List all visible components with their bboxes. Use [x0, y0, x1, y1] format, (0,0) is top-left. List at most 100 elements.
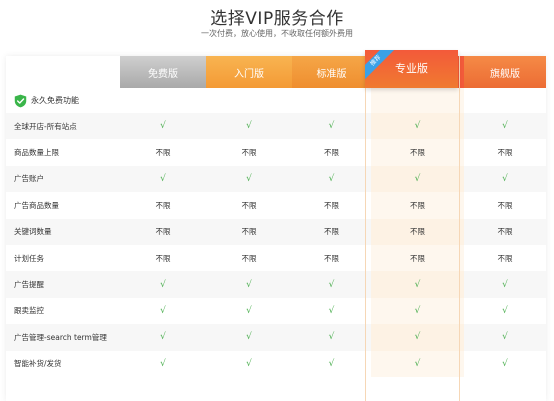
feature-rows: 全球开店-所有站点 √ √ √ √ √ 商品数量上限 不限 不限 不限 不限 不限 广告账户 √ √ √ √ √ 广… [6, 113, 546, 377]
feature-row: 关键词数量 不限 不限 不限 不限 不限 [6, 218, 546, 245]
check-mark: √ [414, 121, 421, 132]
check-mark-icon: √ [120, 324, 206, 351]
unlimited-text: 不限 [241, 253, 257, 263]
plan-header-row: 免费版 入门版 标准版 旗舰版 [6, 56, 546, 88]
unlimited-value: 不限 [464, 139, 546, 165]
check-mark: √ [328, 332, 335, 343]
feature-label: 广告提醒 [6, 271, 120, 298]
unlimited-text: 不限 [324, 227, 339, 237]
feature-row: 全球开店-所有站点 √ √ √ √ √ [6, 113, 546, 140]
unlimited-value: 不限 [206, 218, 292, 245]
unlimited-value: 不限 [292, 192, 371, 218]
page-title: 选择VIP服务合作 [210, 9, 344, 29]
unlimited-text: 不限 [241, 200, 257, 210]
check-mark: √ [502, 305, 508, 316]
check-mark-icon: √ [464, 271, 546, 298]
feature-label: 计划任务 [14, 253, 44, 263]
unlimited-text: 不限 [410, 227, 425, 237]
unlimited-value: 不限 [120, 192, 206, 218]
check-mark-icon: √ [120, 298, 206, 324]
section-empty-cell [120, 88, 206, 113]
unlimited-value: 不限 [292, 245, 371, 271]
feature-label: 关键词数量 [6, 218, 120, 245]
check-mark-icon: √ [371, 113, 464, 140]
check-mark: √ [328, 279, 335, 290]
feature-label: 智能补货/发货 [14, 359, 62, 369]
header-blank-cell [6, 56, 120, 88]
unlimited-value: 不限 [371, 244, 464, 272]
unlimited-text: 不限 [241, 227, 257, 237]
check-mark: √ [414, 332, 421, 343]
check-mark: √ [246, 305, 252, 316]
feature-row: 跟卖监控 √ √ √ √ √ [6, 297, 546, 325]
unlimited-text: 不限 [155, 148, 171, 158]
unlimited-value: 不限 [371, 218, 464, 245]
feature-row: 智能补货/发货 √ √ √ √ √ [6, 350, 546, 377]
section-title-cell: 永久免费功能 [6, 88, 120, 113]
unlimited-text: 不限 [410, 253, 425, 263]
unlimited-text: 不限 [497, 227, 513, 237]
check-mark-icon: √ [292, 298, 371, 324]
feature-row: 商品数量上限 不限 不限 不限 不限 不限 [6, 139, 546, 166]
check-mark-icon: √ [464, 324, 546, 351]
check-mark-icon: √ [120, 165, 206, 193]
unlimited-value: 不限 [120, 139, 206, 165]
section-empty-cell [206, 88, 292, 113]
check-mark-icon: √ [464, 298, 546, 324]
check-mark: √ [328, 173, 335, 184]
section-empty-cell [292, 88, 371, 113]
check-mark: √ [160, 173, 166, 184]
plan-header-free[interactable]: 免费版 [120, 56, 206, 88]
unlimited-text: 不限 [155, 253, 171, 263]
section-empty-cell [464, 88, 546, 113]
feature-label: 商品数量上限 [14, 148, 59, 158]
check-mark: √ [328, 358, 335, 369]
check-mark-icon: √ [292, 324, 371, 351]
unlimited-value: 不限 [206, 192, 292, 218]
unlimited-text: 不限 [155, 227, 171, 237]
unlimited-value: 不限 [464, 245, 546, 271]
feature-label: 全球开店-所有站点 [6, 113, 120, 140]
check-mark-icon: √ [292, 351, 371, 377]
recommended-badge: 推荐 [365, 50, 395, 80]
check-mark: √ [160, 121, 166, 132]
unlimited-value: 不限 [120, 245, 206, 271]
unlimited-text: 不限 [410, 148, 425, 158]
check-mark-icon: √ [464, 113, 546, 140]
unlimited-text: 不限 [324, 253, 339, 263]
section-empty-cell [371, 88, 464, 113]
check-mark-icon: √ [371, 271, 464, 298]
plan-header-starter[interactable]: 入门版 [206, 56, 292, 88]
unlimited-text: 不限 [324, 148, 339, 158]
check-mark: √ [160, 332, 166, 343]
check-mark-icon: √ [292, 113, 371, 140]
check-mark-icon: √ [120, 113, 206, 140]
unlimited-text: 不限 [410, 200, 425, 210]
unlimited-value: 不限 [464, 218, 546, 245]
check-mark-icon: √ [292, 165, 371, 193]
unlimited-text: 不限 [497, 148, 513, 158]
check-mark-icon: √ [371, 350, 464, 377]
check-mark: √ [414, 305, 421, 316]
section-title: 永久免费功能 [31, 96, 79, 105]
unlimited-text: 不限 [324, 200, 339, 210]
check-mark: √ [246, 358, 252, 369]
check-mark: √ [160, 358, 166, 369]
check-mark: √ [160, 305, 166, 316]
check-mark-icon: √ [206, 165, 292, 193]
unlimited-value: 不限 [371, 192, 464, 219]
check-mark: √ [414, 173, 421, 184]
check-mark: √ [328, 305, 335, 316]
feature-row: 广告账户 √ √ √ √ √ [6, 165, 546, 193]
unlimited-text: 不限 [155, 200, 171, 210]
feature-row: 广告提醒 √ √ √ √ √ [6, 271, 546, 298]
check-mark: √ [160, 279, 166, 290]
check-mark: √ [502, 173, 508, 184]
plan-header-standard[interactable]: 标准版 [292, 56, 371, 88]
check-mark: √ [414, 279, 421, 290]
feature-label: 广告商品数量 [14, 200, 59, 210]
feature-row: 计划任务 不限 不限 不限 不限 不限 [6, 244, 546, 272]
pricing-table: 免费版 入门版 标准版 旗舰版 永久免费功能 全球开店-所有站点 √ √ √ √… [6, 56, 546, 401]
check-mark-icon: √ [464, 351, 546, 377]
plan-header-flagship[interactable]: 旗舰版 [464, 56, 546, 88]
